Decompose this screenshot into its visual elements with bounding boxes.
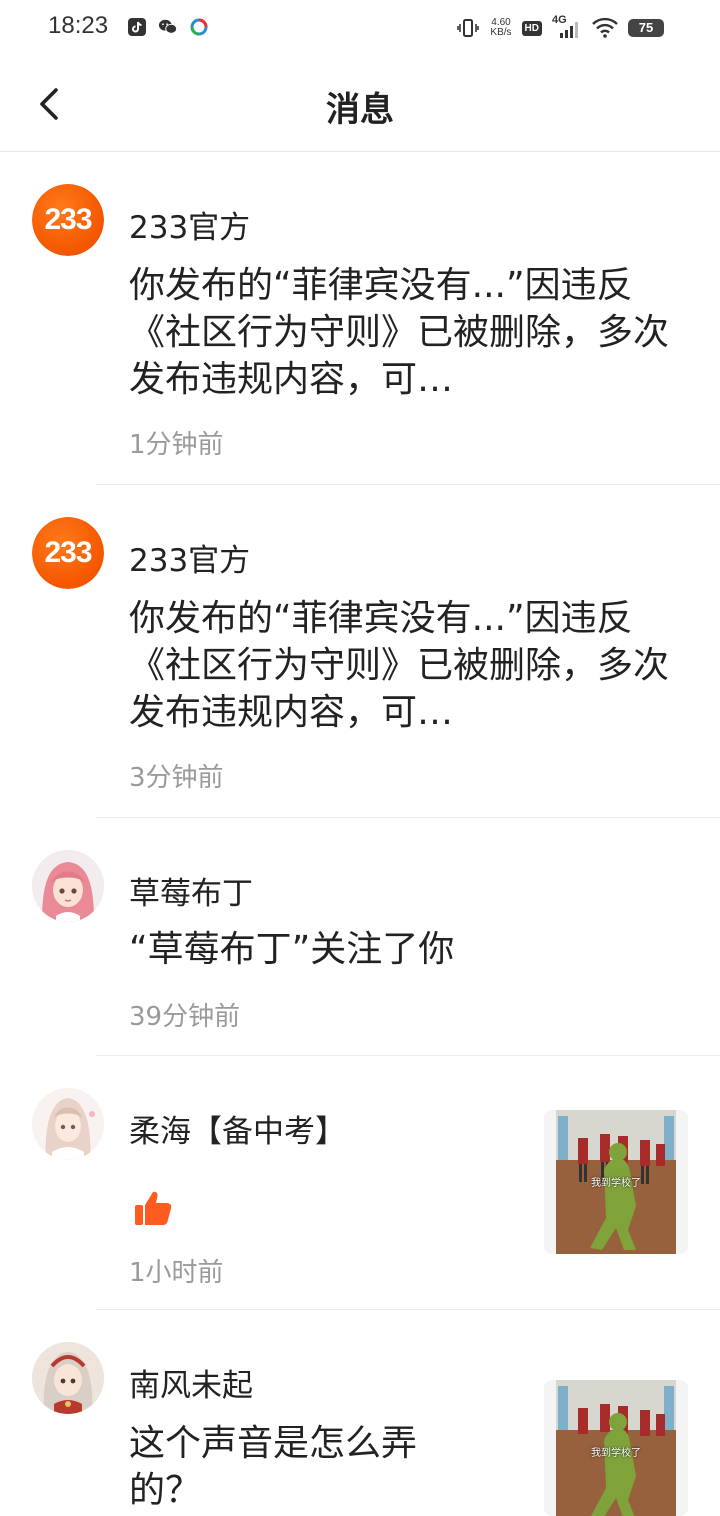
message-item[interactable]: 草莓布丁 “草莓布丁”关注了你 39分钟前 (0, 818, 720, 1056)
status-time: 18:23 (48, 12, 109, 39)
sender-name: 草莓布丁 (129, 876, 253, 912)
status-indicators: 4.60 KB/s HD 4G 75 (456, 12, 664, 44)
avatar[interactable] (32, 850, 104, 922)
anime-girl-avatar-icon (32, 850, 104, 922)
message-content: 这个声音是怎么弄的？ (129, 1423, 418, 1511)
message-item[interactable]: 233 233官方 你发布的“菲律宾没有...”因违反《社区行为守则》已被删除，… (0, 485, 720, 818)
anime-girl-avatar-icon (32, 1088, 104, 1160)
sender-name: 柔海【备中考】 (129, 1114, 346, 1150)
logo-text: 233 (44, 536, 92, 569)
sender-name: 南风未起 (129, 1368, 253, 1404)
message-time: 39分钟前 (129, 1002, 241, 1032)
tiktok-app-icon (128, 18, 146, 36)
message-time: 1分钟前 (129, 430, 224, 460)
signal-bars-icon (560, 22, 578, 38)
post-thumbnail[interactable]: 我到学校了 (544, 1380, 688, 1516)
status-bar: 18:23 4.60 KB/s HD 4G 75 (0, 0, 720, 56)
avatar[interactable] (32, 1342, 104, 1414)
app-233-logo: 233 (32, 517, 104, 589)
message-item[interactable]: 南风未起 这个声音是怎么弄的？ 我到学校了 (0, 1310, 720, 1516)
avatar[interactable] (32, 1088, 104, 1160)
page-title: 消息 (326, 90, 394, 130)
logo-text: 233 (44, 203, 92, 236)
vibrate-icon (457, 19, 480, 37)
network-speed: 4.60 KB/s (490, 18, 511, 38)
sender-name: 233官方 (129, 543, 251, 579)
cctv-app-icon (190, 18, 208, 36)
thumbs-up-icon (135, 1191, 172, 1225)
message-item[interactable]: 柔海【备中考】 1小时前 我到学校了 (0, 1056, 720, 1310)
wechat-app-icon (158, 19, 178, 34)
thumbnail-caption: 我到学校了 (591, 1178, 641, 1189)
sender-name: 233官方 (129, 210, 251, 246)
message-content: “草莓布丁”关注了你 (129, 929, 455, 970)
thumbnail-caption: 我到学校了 (591, 1448, 641, 1459)
avatar[interactable]: 233 (32, 517, 104, 589)
wifi-icon (592, 17, 618, 38)
message-content: 你发布的“菲律宾没有...”因违反《社区行为守则》已被删除，多次发布违规内容，可… (129, 265, 670, 400)
hd-badge: HD (521, 20, 542, 36)
battery-level: 75 (628, 19, 664, 37)
message-time: 3分钟前 (129, 763, 224, 793)
message-time: 1小时前 (129, 1258, 224, 1288)
cellular-signal: 4G (552, 14, 582, 40)
nav-bar: 消息 (0, 56, 720, 152)
post-thumbnail[interactable]: 我到学校了 (544, 1110, 688, 1254)
message-content: 你发布的“菲律宾没有...”因违反《社区行为守则》已被删除，多次发布违规内容，可… (129, 598, 670, 733)
avatar[interactable]: 233 (32, 184, 104, 256)
app-233-logo: 233 (32, 184, 104, 256)
message-item[interactable]: 233 233官方 你发布的“菲律宾没有...”因违反《社区行为守则》已被删除，… (0, 152, 720, 485)
anime-girl-avatar-icon (32, 1342, 104, 1414)
network-speed-unit: KB/s (490, 27, 512, 38)
